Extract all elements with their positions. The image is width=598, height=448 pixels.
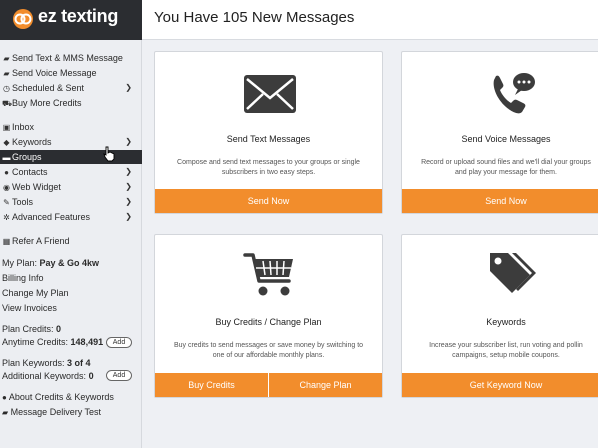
card-title: Buy Credits / Change Plan [215, 317, 322, 327]
card-keywords: Keywords Increase your subscriber list, … [401, 234, 598, 398]
card-title: Send Text Messages [226, 134, 311, 144]
envelope-icon [244, 75, 296, 113]
card-title: Send Voice Messages [461, 134, 551, 144]
about-credits-link[interactable]: ● About Credits & Keywords [2, 392, 114, 402]
sidebar-item-scheduled[interactable]: ◷ Scheduled & Sent ❯ [0, 81, 142, 95]
sidebar-item-advanced-features[interactable]: ✲ Advanced Features ❯ [0, 210, 142, 224]
ez-logo-icon [13, 9, 33, 29]
additional-keywords: Additional Keywords: 0 [2, 371, 94, 381]
change-plan-link[interactable]: Change My Plan [2, 288, 69, 298]
folder-icon: ▬ [2, 153, 11, 162]
card-description: Buy credits to send messages or save mon… [173, 342, 364, 359]
message-icon: ▰ [3, 54, 10, 63]
delivery-test-link[interactable]: ▰ Message Delivery Test [2, 407, 101, 417]
anytime-credits: Anytime Credits: 148,491 [2, 337, 104, 347]
plan-name: Pay & Go 4kw [39, 258, 100, 268]
logo-bar: ez texting [0, 0, 142, 40]
tag-icon: ◆ [3, 138, 10, 147]
top-bar: You Have 105 New Messages [142, 0, 598, 40]
buy-credits-button[interactable]: Buy Credits [155, 373, 269, 397]
send-voice-now-button[interactable]: Send Now [402, 189, 598, 213]
sidebar-item-web-widget[interactable]: ◉ Web Widget ❯ [0, 180, 142, 194]
voice-icon: ▰ [3, 69, 10, 78]
cart-large-icon [243, 253, 293, 296]
sidebar-item-buy-credits[interactable]: ⛟Buy More Credits [0, 96, 142, 110]
get-keyword-now-button[interactable]: Get Keyword Now [402, 373, 598, 397]
person-icon: ● [4, 168, 9, 177]
card-send-voice: Send Voice Messages Record or upload sou… [401, 51, 598, 214]
sidebar: ez texting ▰ Send Text & MMS Message ▰ Sen… [0, 0, 142, 448]
main-content: You Have 105 New Messages Send Text Mess… [142, 0, 598, 448]
message-icon: ▰ [2, 408, 9, 417]
card-title: Keywords [486, 317, 526, 327]
info-icon: ● [2, 393, 7, 402]
sidebar-item-contacts[interactable]: ● Contacts ❯ [0, 165, 142, 179]
plan-keywords: Plan Keywords: 3 of 4 [2, 358, 91, 368]
sidebar-item-tools[interactable]: ✎ Tools ❯ [0, 195, 142, 209]
chevron-down-icon: ❯ [125, 182, 132, 191]
chevron-down-icon: ❯ [125, 212, 132, 221]
tags-icon [490, 253, 536, 293]
sidebar-item-send-text[interactable]: ▰ Send Text & MMS Message [0, 51, 142, 65]
card-description: Record or upload sound files and we'll d… [421, 159, 591, 176]
cart-icon: ⛟ [2, 99, 13, 108]
sidebar-item-keywords[interactable]: ◆ Keywords ❯ [0, 135, 142, 149]
gear-icon: ✲ [3, 213, 10, 222]
sidebar-item-send-voice[interactable]: ▰ Send Voice Message [0, 66, 142, 80]
sidebar-item-refer-friend[interactable]: ▦ Refer A Friend [0, 234, 142, 248]
plan-info: My Plan: Pay & Go 4kw [2, 258, 100, 268]
logo-text[interactable]: ez texting [38, 6, 118, 27]
chevron-down-icon: ❯ [125, 197, 132, 206]
card-buy-credits: Buy Credits / Change Plan Buy credits to… [154, 234, 383, 398]
sidebar-item-groups[interactable]: ▬ Groups [0, 150, 142, 164]
add-credits-button[interactable]: Add [106, 337, 132, 348]
chevron-down-icon: ❯ [125, 83, 132, 92]
send-text-now-button[interactable]: Send Now [155, 189, 382, 213]
card-description: Compose and send text messages to your g… [177, 159, 360, 176]
sidebar-item-inbox[interactable]: ▣ Inbox [0, 120, 142, 134]
plan-credits: Plan Credits: 0 [2, 324, 62, 334]
billing-info-link[interactable]: Billing Info [2, 273, 44, 283]
chevron-down-icon: ❯ [125, 167, 132, 176]
clock-icon: ◷ [3, 84, 10, 93]
wrench-icon: ✎ [3, 198, 10, 207]
inbox-icon: ▣ [2, 123, 11, 132]
add-keywords-button[interactable]: Add [106, 370, 132, 381]
chevron-down-icon: ❯ [125, 137, 132, 146]
mouse-cursor-icon [103, 146, 115, 162]
page-title: You Have 105 New Messages [154, 9, 355, 26]
card-send-text: Send Text Messages Compose and send text… [154, 51, 383, 214]
refer-icon: ▦ [2, 237, 11, 246]
globe-icon: ◉ [3, 183, 10, 192]
phone-icon [493, 73, 535, 114]
card-description: Increase your subscriber list, run votin… [429, 342, 583, 359]
view-invoices-link[interactable]: View Invoices [2, 303, 57, 313]
change-plan-button[interactable]: Change Plan [269, 373, 382, 397]
